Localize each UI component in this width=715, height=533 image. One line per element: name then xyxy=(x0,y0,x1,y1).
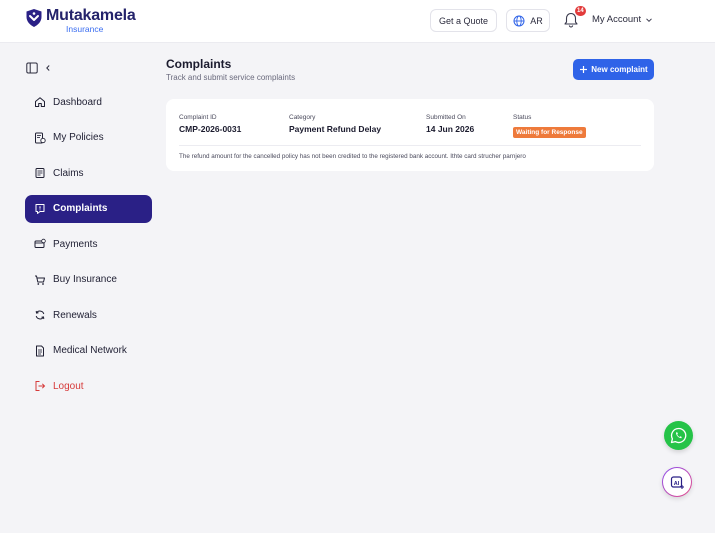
logo-name: Mutakamela xyxy=(46,7,136,24)
account-label: My Account xyxy=(592,14,642,25)
sidebar-collapse-toggle[interactable] xyxy=(26,62,52,74)
logo[interactable]: Mutakamela Insurance xyxy=(24,8,136,34)
document-icon xyxy=(36,345,44,356)
sidebar-item-label: Medical Network xyxy=(53,345,127,356)
my-account-menu[interactable]: My Account xyxy=(592,14,653,25)
home-icon xyxy=(35,97,45,107)
chevron-down-icon xyxy=(646,17,652,22)
page-subtitle: Track and submit service complaints xyxy=(166,73,296,82)
submitted-on-value: 14 Jun 2026 xyxy=(426,124,475,134)
logout-icon xyxy=(35,381,46,391)
status-badge: Waiting for Response xyxy=(513,127,586,138)
logo-shield-icon xyxy=(26,9,42,27)
policies-icon xyxy=(35,132,46,143)
sidebar-item-claims[interactable]: Claims xyxy=(25,159,152,187)
complaint-id-label: Complaint ID xyxy=(179,114,217,121)
sidebar-item-my-policies[interactable]: My Policies xyxy=(25,124,152,152)
sidebar-item-label: Logout xyxy=(53,380,84,392)
sidebar-item-label: Renewals xyxy=(53,309,97,321)
svg-text:AI: AI xyxy=(673,480,679,486)
get-quote-button[interactable]: Get a Quote xyxy=(430,9,498,32)
sidebar-item-buy-insurance[interactable]: Buy Insurance xyxy=(25,266,152,294)
whatsapp-icon xyxy=(670,427,687,444)
status-label: Status xyxy=(513,114,532,121)
sidebar-item-medical-network[interactable]: Medical Network xyxy=(25,337,152,365)
category-label: Category xyxy=(289,114,316,121)
submitted-on-label: Submitted On xyxy=(426,114,466,121)
category-value: Payment Refund Delay xyxy=(289,124,382,134)
complaint-id-value: CMP-2026-0031 xyxy=(179,124,242,134)
logo-subtitle: Insurance xyxy=(66,24,104,34)
globe-icon xyxy=(513,15,525,26)
sidebar-item-label: Buy Insurance xyxy=(53,274,117,285)
payments-icon xyxy=(34,238,46,248)
sidebar-item-renewals[interactable]: Renewals xyxy=(25,301,152,329)
new-complaint-button[interactable]: New complaint xyxy=(573,59,654,80)
plus-icon xyxy=(580,66,588,73)
sidebar-item-dashboard[interactable]: Dashboard xyxy=(25,88,152,116)
sidebar-item-payments[interactable]: Payments xyxy=(25,230,152,258)
notification-badge: 14 xyxy=(575,6,586,16)
whatsapp-button[interactable] xyxy=(664,421,693,450)
card-divider xyxy=(179,145,641,146)
submitted-on-field: Submitted On 14 Jun 2026 xyxy=(426,114,474,134)
sidebar-item-label: Claims xyxy=(53,167,84,179)
page-title: Complaints xyxy=(166,57,232,71)
sidebar-item-logout[interactable]: Logout xyxy=(25,372,152,400)
complaints-icon xyxy=(35,203,45,214)
language-button[interactable]: AR xyxy=(506,9,550,32)
ai-assistant-icon: AI xyxy=(670,475,684,489)
claims-icon xyxy=(35,168,45,178)
sidebar-item-complaints[interactable]: Complaints xyxy=(25,194,152,223)
sidebar-item-label: My Policies xyxy=(53,132,104,143)
refresh-icon xyxy=(35,310,45,320)
status-field: Status Waiting for Response xyxy=(513,114,586,139)
chevron-left-icon xyxy=(46,65,50,71)
complaint-id-field: Complaint ID CMP-2026-0031 xyxy=(179,114,241,134)
complaint-card[interactable]: Complaint ID CMP-2026-0031 Category Paym… xyxy=(166,99,654,171)
cart-icon xyxy=(35,275,45,285)
sidebar-item-label: Dashboard xyxy=(53,96,102,108)
sidebar-panel-icon xyxy=(26,62,38,74)
sidebar-item-label: Payments xyxy=(53,238,98,250)
top-header: Mutakamela Insurance Get a Quote AR 14 M… xyxy=(0,0,715,43)
category-field: Category Payment Refund Delay xyxy=(289,114,381,134)
ai-assistant-button[interactable]: AI xyxy=(662,467,692,497)
sidebar-item-label: Complaints xyxy=(53,203,108,214)
language-label: AR xyxy=(530,15,543,26)
complaint-description: The refund amount for the cancelled poli… xyxy=(179,153,526,160)
sidebar-nav: Dashboard My Policies Claims Complaints … xyxy=(25,88,152,408)
new-complaint-label: New complaint xyxy=(591,65,648,74)
